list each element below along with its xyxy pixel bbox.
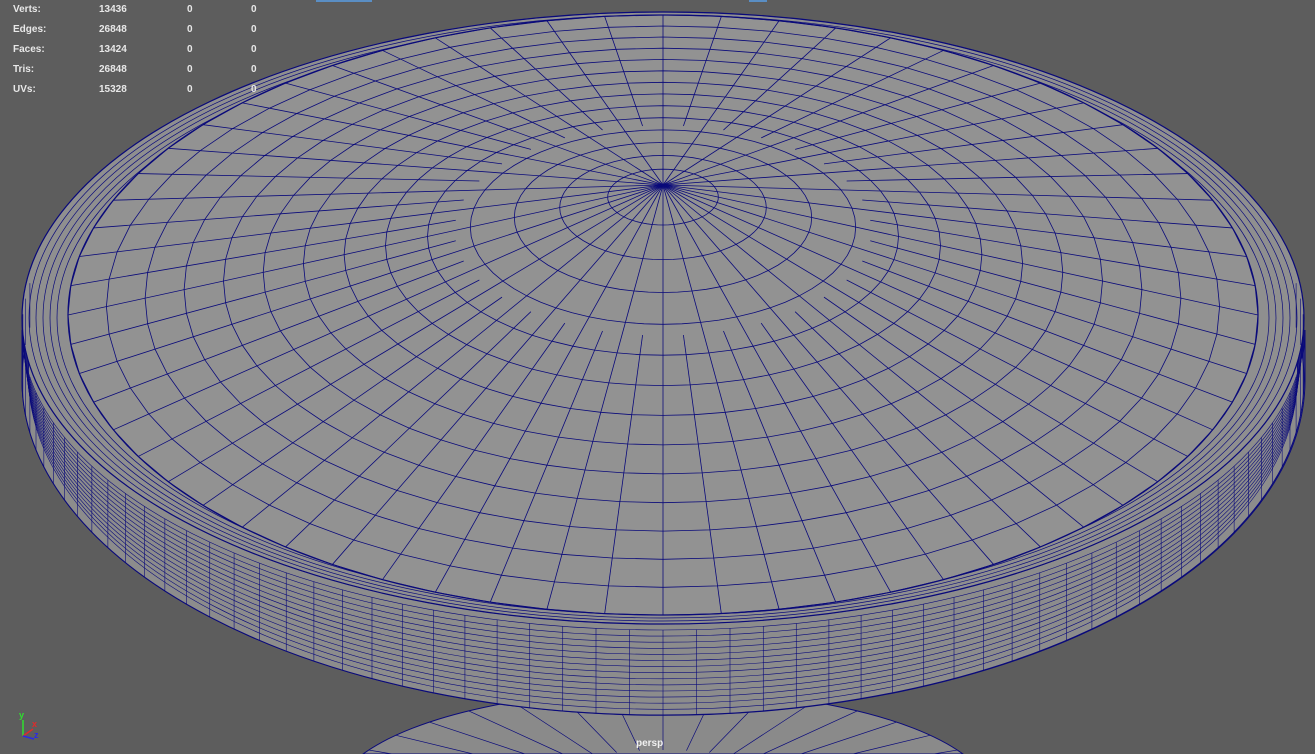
hud-label: Tris: [13, 64, 35, 75]
hud-value: 15328 [99, 84, 127, 95]
hud-label: UVs: [13, 84, 36, 95]
axis-y-label: y [19, 710, 24, 720]
toolbar-highlight [749, 0, 767, 2]
hud-value: 0 [251, 84, 257, 95]
hud-value: 0 [251, 24, 257, 35]
hud-value: 0 [251, 4, 257, 15]
toolbar-highlight [316, 0, 372, 2]
hud-row-uvs: UVs: 15328 0 0 [13, 83, 273, 103]
hud-value: 13424 [99, 44, 127, 55]
hud-row-faces: Faces: 13424 0 0 [13, 43, 273, 63]
hud-value: 0 [187, 24, 193, 35]
viewport-3d[interactable] [0, 0, 1315, 754]
hud-value: 0 [187, 4, 193, 15]
hud-row-tris: Tris: 26848 0 0 [13, 63, 273, 83]
poly-count-hud: Verts: 13436 0 0 Edges: 26848 0 0 Faces: 13424 0… [13, 3, 273, 103]
hud-value: 0 [251, 44, 257, 55]
hud-value: 26848 [99, 24, 127, 35]
axis-x-label: x [32, 719, 37, 729]
hud-label: Faces: [13, 44, 45, 55]
hud-value: 0 [187, 64, 193, 75]
hud-value: 0 [187, 44, 193, 55]
hud-row-verts: Verts: 13436 0 0 [13, 3, 273, 23]
axis-z-label: z [34, 730, 39, 740]
hud-row-edges: Edges: 26848 0 0 [13, 23, 273, 43]
hud-label: Edges: [13, 24, 47, 35]
camera-name-label: persp [636, 738, 664, 749]
hud-label: Verts: [13, 4, 41, 15]
hud-value: 26848 [99, 64, 127, 75]
axis-gizmo-icon: y x z [19, 710, 39, 740]
hud-value: 0 [251, 64, 257, 75]
hud-value: 0 [187, 84, 193, 95]
hud-value: 13436 [99, 4, 127, 15]
